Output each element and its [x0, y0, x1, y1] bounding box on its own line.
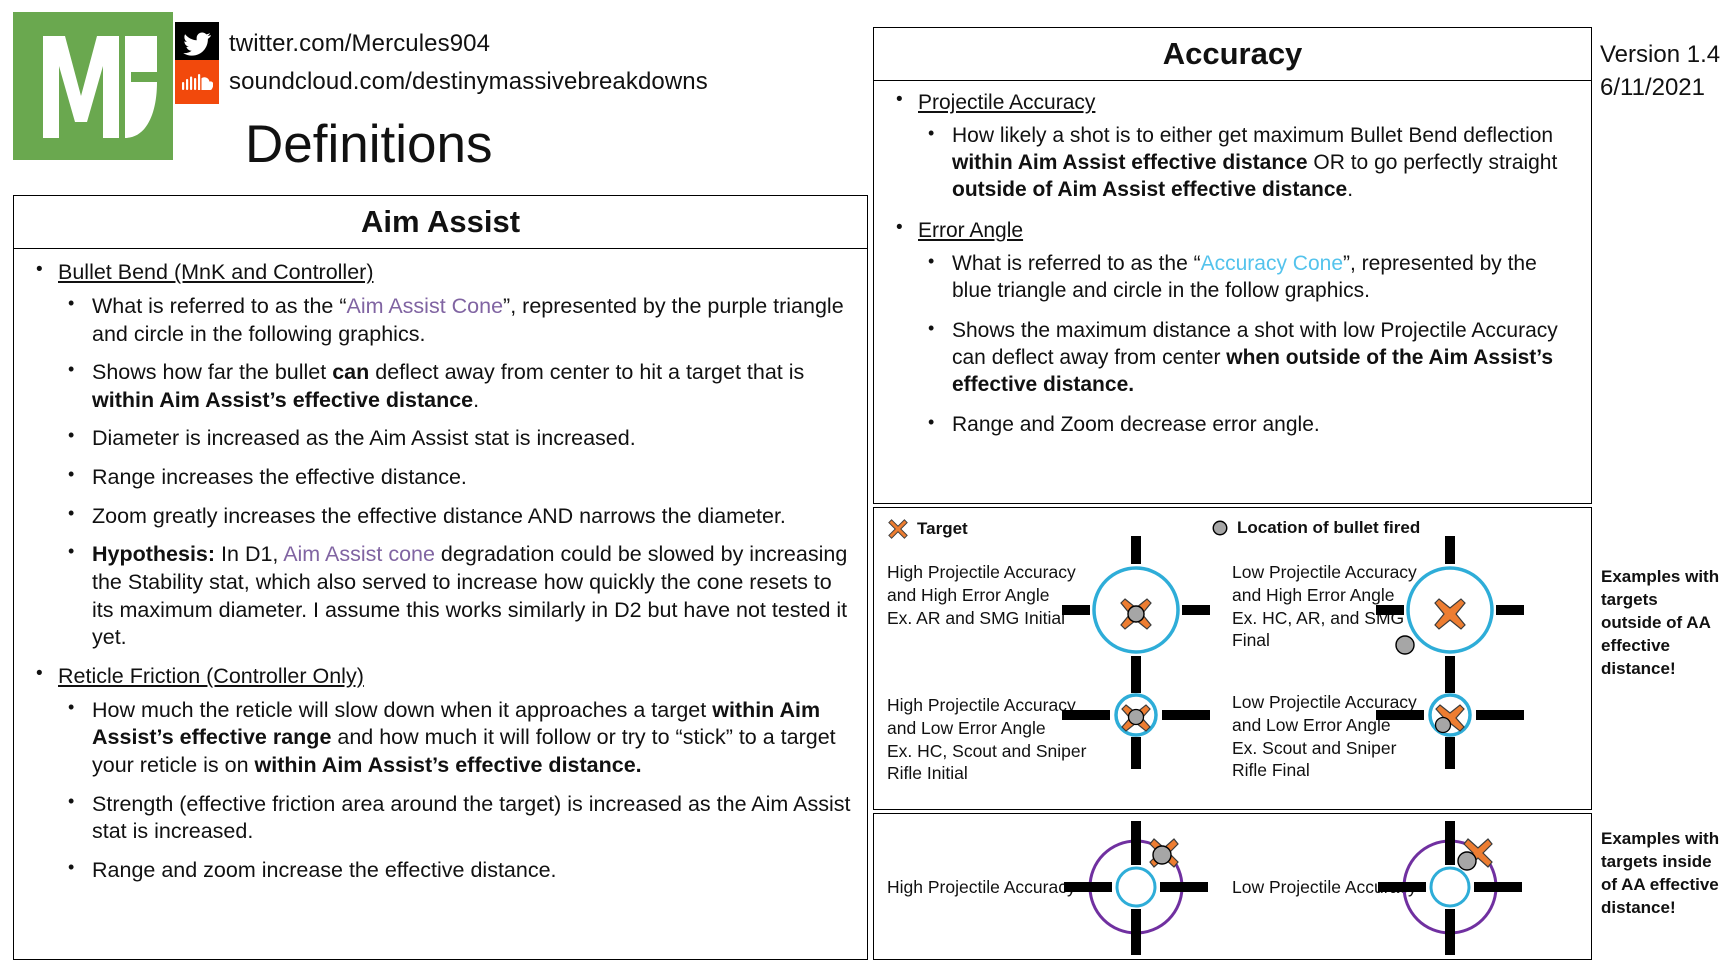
- twitter-handle-text: twitter.com/Mercules904: [229, 30, 491, 57]
- accuracy-section-0: Projectile Accuracy How likely a shot is …: [888, 88, 1577, 204]
- reticle-high-pa-low-ea: [1062, 663, 1210, 769]
- sub-bullet-list: What is referred to as the “Accuracy Con…: [918, 250, 1577, 439]
- section-heading: Error Angle: [918, 218, 1024, 242]
- section-heading: Reticle Friction (Controller Only): [58, 663, 364, 688]
- soundcloud-handle-text: soundcloud.com/destinymassivebreakdowns: [229, 68, 708, 95]
- accuracy-section-list: Projectile Accuracy How likely a shot is …: [888, 88, 1577, 439]
- sub-bullet-0-1: Shows how far the bullet can deflect awa…: [58, 358, 853, 414]
- mb-logo: [13, 12, 173, 160]
- sub-bullet-1-1: Shows the maximum distance a shot with l…: [918, 317, 1577, 399]
- note-inside-aa: Examples with targets inside of AA effec…: [1601, 829, 1720, 917]
- aim-assist-title: Aim Assist: [14, 196, 867, 249]
- sub-bullet-1-2: Range and zoom increase the effective di…: [58, 856, 853, 885]
- diagram-outside-aa: Target Location of bullet fired High Pro…: [873, 507, 1592, 810]
- aim-assist-section-list: Bullet Bend (MnK and Controller) What is …: [28, 258, 853, 885]
- sub-bullet-1-0: What is referred to as the “Accuracy Con…: [918, 250, 1577, 305]
- aim-assist-panel: Aim Assist Bullet Bend (MnK and Controll…: [13, 195, 868, 960]
- accuracy-title: Accuracy: [874, 28, 1591, 81]
- note-outside-aa: Examples with targets outside of AA effe…: [1601, 567, 1720, 678]
- section-heading: Bullet Bend (MnK and Controller): [58, 260, 374, 284]
- soundcloud-icon: [175, 60, 219, 104]
- version-label: Version 1.4: [1600, 41, 1721, 68]
- reticle-high-pa-inside-aa: [1064, 821, 1208, 955]
- legend-target: Target: [887, 518, 968, 540]
- sub-bullet-1-1: Strength (effective friction area around…: [58, 790, 853, 846]
- section-heading: Projectile Accuracy: [918, 91, 1096, 114]
- sub-bullet-0-4: Zoom greatly increases the effective dis…: [58, 502, 853, 531]
- aim-assist-content: Bullet Bend (MnK and Controller) What is …: [14, 249, 867, 885]
- sub-bullet-0-3: Range increases the effective distance.: [58, 463, 853, 492]
- accuracy-content: Projectile Accuracy How likely a shot is …: [874, 81, 1591, 438]
- diagram-inside-aa: High Projectile Accuracy Low Projectile …: [873, 813, 1592, 960]
- sub-bullet-0-0: How likely a shot is to either get maxim…: [918, 122, 1577, 204]
- legend-target-label: Target: [917, 519, 968, 538]
- accuracy-section-1: Error Angle What is referred to as the “A…: [888, 216, 1577, 439]
- sub-bullet-1-2: Range and Zoom decrease error angle.: [918, 411, 1577, 439]
- reticle-low-pa-inside-aa: [1378, 821, 1522, 955]
- accuracy-panel: Accuracy Projectile Accuracy How likely a…: [873, 27, 1592, 504]
- version-date: 6/11/2021: [1600, 74, 1705, 102]
- sub-bullet-list: How likely a shot is to either get maxim…: [918, 122, 1577, 204]
- sub-bullet-0-5: Hypothesis: In D1, Aim Assist cone degra…: [58, 540, 853, 652]
- aim-assist-section-0: Bullet Bend (MnK and Controller) What is …: [28, 258, 853, 652]
- soundcloud-row[interactable]: soundcloud.com/destinymassivebreakdowns: [175, 60, 708, 104]
- aim-assist-section-1: Reticle Friction (Controller Only) How mu…: [28, 662, 853, 885]
- sub-bullet-1-0: How much the reticle will slow down when…: [58, 696, 853, 780]
- version-block: Version 1.4 6/11/2021: [1600, 38, 1720, 104]
- sub-bullet-list: How much the reticle will slow down when…: [58, 696, 853, 885]
- cell-top-left-label: High Projectile Accuracy and High Error …: [887, 562, 1076, 628]
- reticle-low-pa-low-ea: [1376, 663, 1524, 769]
- target-x-icon: [888, 519, 908, 539]
- cell-bot-left-label: High Projectile Accuracy: [887, 877, 1076, 897]
- page-title: Definitions: [245, 115, 493, 174]
- sub-bullet-0-2: Diameter is increased as the Aim Assist …: [58, 424, 853, 453]
- sub-bullet-list: What is referred to as the “Aim Assist C…: [58, 292, 853, 652]
- sub-bullet-0-0: What is referred to as the “Aim Assist C…: [58, 292, 853, 348]
